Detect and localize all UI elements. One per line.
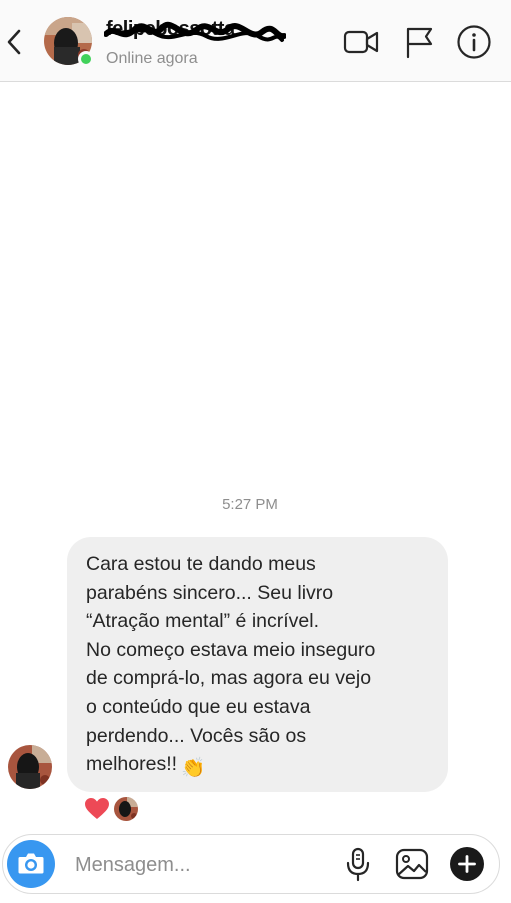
message-timestamp: 5:27 PM — [222, 496, 278, 513]
plus-icon — [450, 847, 484, 881]
sender-avatar[interactable] — [8, 745, 52, 789]
flag-icon — [406, 27, 433, 59]
message-line: perdendo... Vocês são os — [86, 724, 307, 747]
contact-avatar[interactable] — [44, 17, 94, 67]
message-line: “Atração mental” é incrível. — [86, 610, 320, 633]
message-reactions[interactable] — [84, 795, 144, 823]
video-call-button[interactable] — [343, 24, 379, 60]
message-line: o conteúdo que eu estava — [86, 695, 311, 718]
camera-icon — [18, 853, 44, 874]
more-options-button[interactable] — [449, 846, 485, 882]
info-icon — [457, 25, 491, 59]
voice-message-button[interactable] — [340, 846, 376, 882]
report-button[interactable] — [401, 24, 437, 60]
message-line: de comprá-lo, mas agora eu vejo — [86, 667, 372, 690]
gallery-icon — [395, 848, 429, 880]
camera-button[interactable] — [7, 840, 55, 888]
online-status: Online agora — [106, 50, 198, 67]
online-status-dot — [78, 51, 94, 67]
message-input[interactable] — [73, 849, 327, 881]
message-bubble[interactable]: Cara estou te dando meus parabéns sincer… — [67, 537, 448, 792]
gallery-button[interactable] — [394, 846, 430, 882]
username-redaction — [104, 21, 286, 42]
message-composer — [2, 834, 500, 894]
reactor-avatar — [113, 796, 139, 822]
video-call-icon — [343, 30, 379, 54]
info-button[interactable] — [456, 24, 492, 60]
back-button[interactable] — [2, 22, 26, 62]
heart-reaction-icon — [85, 798, 109, 819]
message-line: Cara estou te dando meus — [86, 553, 316, 575]
message-line-last: melhores!! 👏 — [86, 750, 430, 783]
message-line: melhores!! — [86, 753, 178, 776]
message-line: No começo estava meio inseguro — [86, 638, 376, 661]
chat-header: felipebossotta Online agora — [0, 0, 511, 82]
message-line: parabéns sincero... Seu livro — [86, 581, 334, 604]
back-arrow-icon — [7, 29, 21, 55]
microphone-icon — [346, 847, 370, 882]
clapping-hands-emoji: 👏 — [181, 757, 206, 780]
